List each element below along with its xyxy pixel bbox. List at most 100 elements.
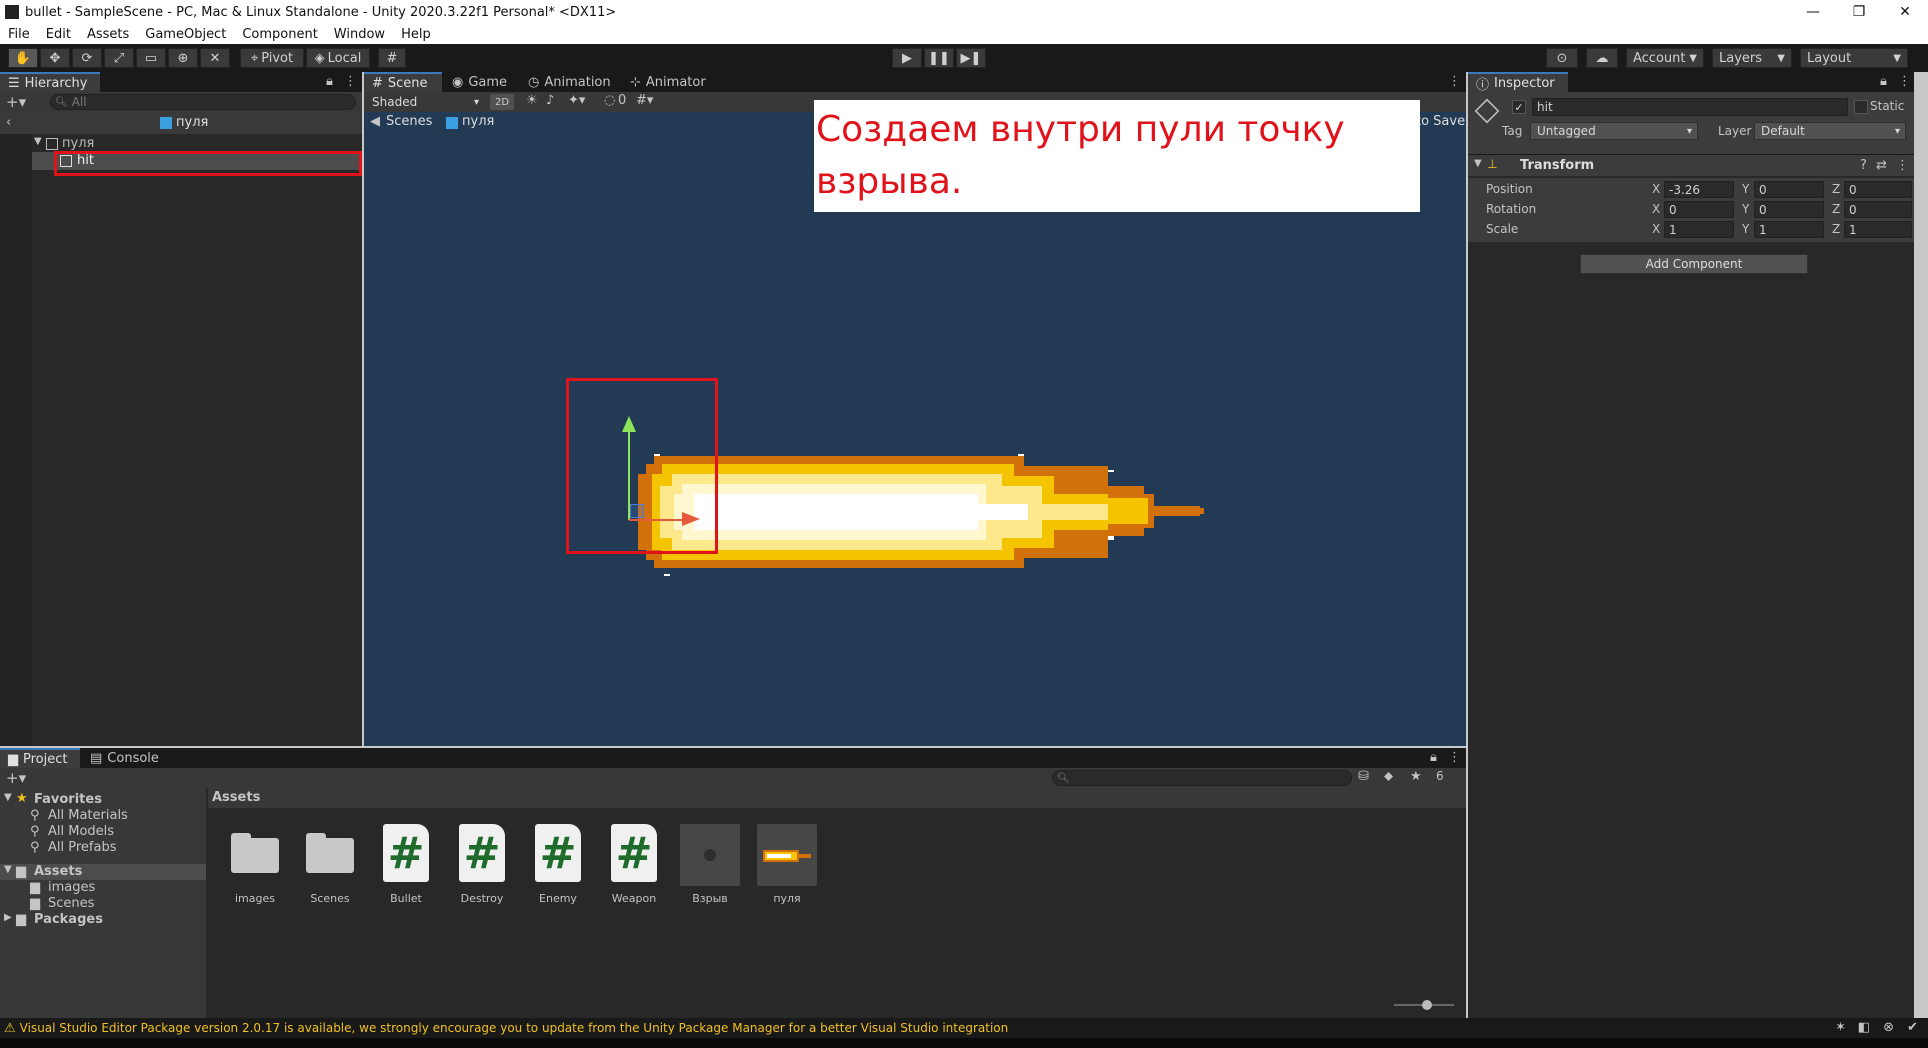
progress-icon[interactable]: ◧ bbox=[1858, 1020, 1870, 1035]
check-icon[interactable]: ✔ bbox=[1907, 1020, 1918, 1035]
static-label[interactable]: Static bbox=[1870, 99, 1904, 113]
expand-arrow-icon[interactable]: ▼ bbox=[34, 136, 42, 147]
play-button[interactable]: ▶ bbox=[892, 48, 922, 68]
account-dropdown[interactable]: Account ▼ bbox=[1626, 48, 1704, 68]
grid-toggle-icon[interactable]: #▾ bbox=[636, 93, 653, 108]
filter-type-icon[interactable]: ⛁ bbox=[1358, 769, 1369, 784]
scale-x-field[interactable]: 1 bbox=[1664, 221, 1734, 238]
audio-icon[interactable]: ♪ bbox=[546, 93, 554, 108]
zoom-slider-handle[interactable] bbox=[1422, 1000, 1432, 1010]
menu-assets[interactable]: Assets bbox=[79, 27, 137, 42]
local-toggle[interactable]: ◈ Local bbox=[306, 48, 370, 68]
create-plus-icon[interactable]: +▾ bbox=[6, 769, 26, 787]
position-y-field[interactable]: 0 bbox=[1754, 181, 1824, 198]
lock-icon[interactable]: 🔒︎ bbox=[1880, 74, 1887, 89]
scale-z-field[interactable]: 1 bbox=[1844, 221, 1912, 238]
tree-all-prefabs[interactable]: ⚲ All Prefabs bbox=[30, 840, 200, 856]
create-plus-icon[interactable]: +▾ bbox=[6, 93, 26, 111]
cloud-button[interactable]: ☁ bbox=[1586, 48, 1618, 68]
more-menu-icon[interactable]: ⋮ bbox=[1448, 74, 1461, 89]
tree-folder-images[interactable]: ▆ images bbox=[30, 880, 200, 896]
tab-console[interactable]: ▤ Console bbox=[82, 748, 166, 768]
zoom-slider[interactable] bbox=[1394, 1000, 1454, 1010]
rotate-tool-button[interactable]: ⟳ bbox=[72, 48, 102, 68]
step-button[interactable]: ▶❚ bbox=[956, 48, 986, 68]
restore-button[interactable]: ❐ bbox=[1836, 0, 1882, 24]
menu-help[interactable]: Help bbox=[393, 27, 439, 42]
tab-animation[interactable]: ◷ Animation bbox=[520, 72, 620, 92]
preset-icon[interactable]: ⇄ bbox=[1876, 158, 1887, 173]
asset-item-images[interactable]: images bbox=[224, 824, 286, 905]
layout-dropdown[interactable]: Layout ▼ bbox=[1800, 48, 1908, 68]
bug-icon[interactable]: ✶ bbox=[1835, 1020, 1846, 1035]
menu-edit[interactable]: Edit bbox=[38, 27, 79, 42]
custom-tool-button[interactable]: ✕ bbox=[200, 48, 230, 68]
hierarchy-search-input[interactable]: 🔍︎ All bbox=[50, 94, 356, 110]
lock-icon[interactable]: 🔒︎ bbox=[326, 74, 333, 89]
breadcrumb-prefab[interactable]: пуля bbox=[462, 114, 494, 129]
more-menu-icon[interactable]: ⋮ bbox=[344, 74, 357, 89]
status-bar[interactable]: ⚠ Visual Studio Editor Package version 2… bbox=[0, 1018, 1928, 1038]
layer-dropdown[interactable]: Default bbox=[1754, 122, 1906, 140]
autosave-label[interactable]: to Save bbox=[1416, 114, 1465, 129]
asset-item-scenes[interactable]: Scenes bbox=[299, 824, 361, 905]
filter-label-icon[interactable]: ⬥ bbox=[1384, 769, 1393, 784]
hidden-objects-icon[interactable]: ◌ bbox=[604, 93, 615, 108]
active-checkbox[interactable]: ✓ bbox=[1512, 100, 1526, 114]
lock-icon[interactable]: 🔒︎ bbox=[1430, 750, 1437, 765]
tree-favorites[interactable]: ▼ ★ Favorites bbox=[0, 791, 206, 808]
menu-window[interactable]: Window bbox=[326, 27, 393, 42]
rotation-x-field[interactable]: 0 bbox=[1664, 201, 1734, 218]
2d-toggle[interactable]: 2D bbox=[490, 94, 514, 110]
tree-all-models[interactable]: ⚲ All Models bbox=[30, 824, 200, 840]
rotation-y-field[interactable]: 0 bbox=[1754, 201, 1824, 218]
tab-project[interactable]: ▆ Project bbox=[0, 748, 80, 768]
position-x-field[interactable]: -3.26 bbox=[1664, 181, 1734, 198]
network-icon[interactable]: ⊗ bbox=[1883, 1020, 1894, 1035]
transform-header[interactable]: ▼ ⟂ Transform ? ⇄ ⋮ bbox=[1468, 154, 1914, 176]
rect-tool-button[interactable]: ▭ bbox=[136, 48, 166, 68]
back-arrow-icon[interactable]: ‹ bbox=[6, 115, 11, 130]
grid-snap-button[interactable]: # bbox=[378, 48, 406, 68]
asset-item-enemy-script[interactable]: # Enemy bbox=[527, 824, 589, 905]
back-arrow-icon[interactable]: ◀ bbox=[370, 114, 380, 129]
more-menu-icon[interactable]: ⋮ bbox=[1448, 750, 1461, 765]
transform-tool-button[interactable]: ⊕ bbox=[168, 48, 198, 68]
tab-game[interactable]: ◉ Game bbox=[444, 72, 518, 92]
scene-viewport[interactable] bbox=[364, 132, 1466, 746]
more-menu-icon[interactable]: ⋮ bbox=[1898, 74, 1911, 89]
static-checkbox[interactable] bbox=[1854, 100, 1868, 114]
asset-item-weapon-script[interactable]: # Weapon bbox=[603, 824, 665, 905]
menu-file[interactable]: File bbox=[0, 27, 38, 42]
project-search-input[interactable]: 🔍︎ bbox=[1052, 770, 1352, 786]
light-icon[interactable]: ☀ bbox=[526, 93, 538, 108]
move-tool-button[interactable]: ✥ bbox=[40, 48, 70, 68]
effects-icon[interactable]: ✦▾ bbox=[568, 93, 585, 108]
pause-button[interactable]: ❚❚ bbox=[924, 48, 954, 68]
rotation-z-field[interactable]: 0 bbox=[1844, 201, 1912, 218]
breadcrumb-scenes[interactable]: Scenes bbox=[386, 114, 432, 129]
shading-dropdown[interactable]: Shaded bbox=[366, 94, 484, 110]
asset-item-bullet-sprite[interactable]: пуля bbox=[756, 824, 818, 905]
asset-item-bullet-script[interactable]: # Bullet bbox=[375, 824, 437, 905]
tree-folder-scenes[interactable]: ▆ Scenes bbox=[30, 896, 200, 912]
object-name-input[interactable]: hit bbox=[1532, 98, 1848, 116]
tree-all-materials[interactable]: ⚲ All Materials bbox=[30, 808, 200, 824]
tag-dropdown[interactable]: Untagged bbox=[1530, 122, 1698, 140]
more-menu-icon[interactable]: ⋮ bbox=[1896, 158, 1909, 173]
menu-gameobject[interactable]: GameObject bbox=[137, 27, 234, 42]
tab-scene[interactable]: # Scene bbox=[364, 72, 442, 92]
favorites-star-icon[interactable]: ★ bbox=[1410, 769, 1422, 784]
add-component-button[interactable]: Add Component bbox=[1580, 254, 1808, 274]
help-icon[interactable]: ? bbox=[1860, 158, 1867, 173]
assets-breadcrumb[interactable]: Assets bbox=[212, 790, 260, 805]
menu-component[interactable]: Component bbox=[234, 27, 325, 42]
scale-y-field[interactable]: 1 bbox=[1754, 221, 1824, 238]
asset-item-explosion-prefab[interactable]: Взрыв bbox=[679, 824, 741, 905]
pivot-toggle[interactable]: ⌖ Pivot bbox=[240, 48, 304, 68]
close-button[interactable]: ✕ bbox=[1882, 0, 1928, 24]
tab-animator[interactable]: ⊹ Animator bbox=[622, 72, 712, 92]
collab-button[interactable]: ⊙ bbox=[1546, 48, 1578, 68]
scale-tool-button[interactable]: ⤢ bbox=[104, 48, 134, 68]
position-z-field[interactable]: 0 bbox=[1844, 181, 1912, 198]
